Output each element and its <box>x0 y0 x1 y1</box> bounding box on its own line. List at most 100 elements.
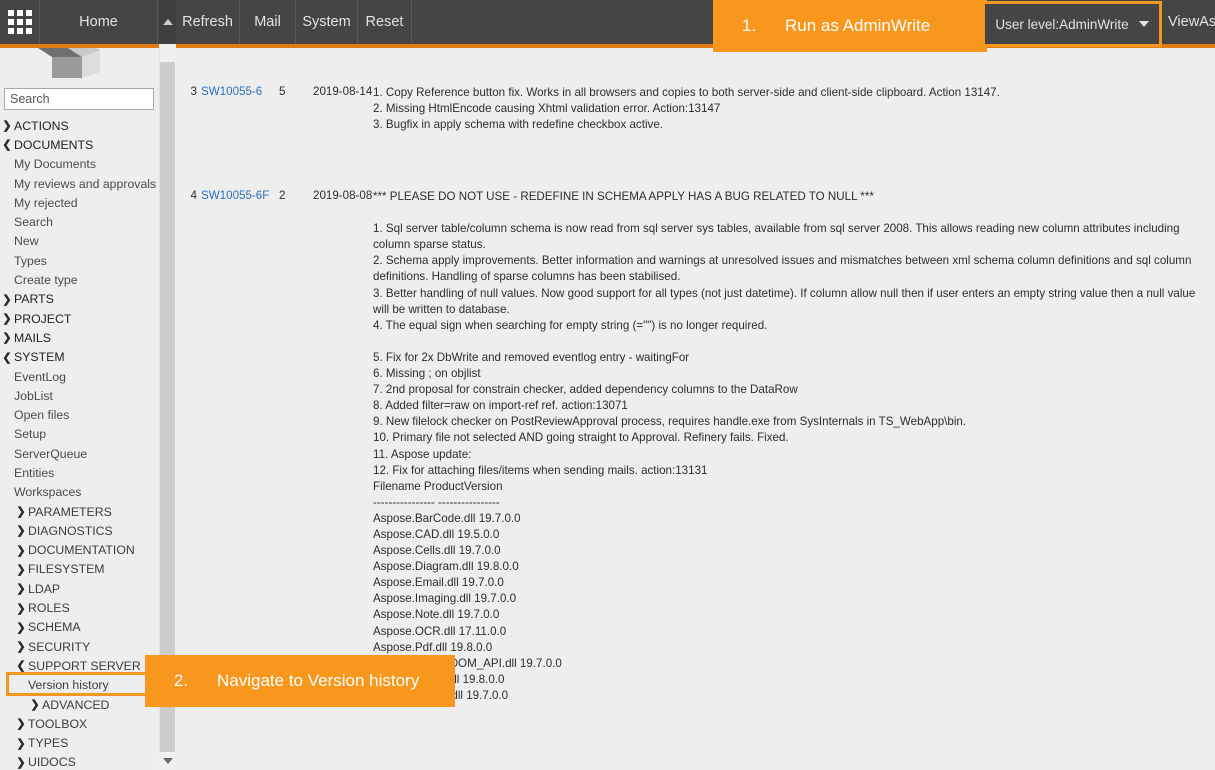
row-index: 3 <box>190 85 197 98</box>
sidebar-scrollbar-thumb[interactable] <box>160 62 175 752</box>
row-version[interactable]: SW10055-6 <box>201 85 262 98</box>
caret-up-icon <box>162 19 173 25</box>
sidebar-item-system[interactable]: ❮ SYSTEM <box>0 348 158 367</box>
toolbar-button-reset[interactable]: Reset <box>358 0 412 44</box>
sidebar-item-label: Entities <box>14 465 55 480</box>
note-line <box>373 205 1213 221</box>
note-line: ---------------- ---------------- <box>373 495 500 509</box>
sidebar-item-entities[interactable]: Entities <box>0 463 158 482</box>
sidebar-item-label: UIDOCS <box>28 755 76 770</box>
sidebar-item-documentation[interactable]: ❯ DOCUMENTATION <box>0 541 158 560</box>
sidebar-item-label: DIAGNOSTICS <box>28 523 113 538</box>
sidebar-item-label: Workspaces <box>14 485 82 500</box>
sidebar-item-label: FILESYSTEM <box>28 562 105 577</box>
sidebar-item-label: Open files <box>14 408 70 423</box>
chevron-right-icon: ❯ <box>16 525 26 538</box>
chevron-right-icon: ❯ <box>16 563 26 576</box>
sidebar-item-workspaces[interactable]: Workspaces <box>0 483 158 502</box>
apps-grid-icon[interactable] <box>0 0 40 44</box>
cube-3d-icon <box>38 48 100 78</box>
sidebar-item-label: SUPPORT SERVER <box>28 658 141 673</box>
note-line: 1. Sql server table/column schema is now… <box>373 222 1183 252</box>
sidebar-item-types-sys[interactable]: ❯ TYPES <box>0 734 158 753</box>
chevron-right-icon: ❯ <box>16 737 26 750</box>
app-root: Home Refresh Mail System Reset ViewAs: U… <box>0 0 1215 770</box>
sidebar-item-my-reviews-and-approvals[interactable]: My reviews and approvals <box>0 174 158 193</box>
toolbar-button-system[interactable]: System <box>296 0 358 44</box>
sidebar-item-actions[interactable]: ❯ ACTIONS <box>0 116 158 135</box>
chevron-right-icon: ❯ <box>16 621 26 634</box>
sidebar-item-mails[interactable]: ❯ MAILS <box>0 328 158 347</box>
chevron-down-icon: ❮ <box>2 351 12 364</box>
row-version[interactable]: SW10055-6F <box>201 189 269 202</box>
sidebar-scroll-down-button[interactable] <box>159 752 176 770</box>
sidebar-item-joblist[interactable]: JobList <box>0 386 158 405</box>
sidebar-item-label: My rejected <box>14 195 78 210</box>
sidebar-item-create-type[interactable]: Create type <box>0 270 158 289</box>
sidebar-item-advanced[interactable]: ❯ ADVANCED <box>0 695 158 714</box>
chevron-right-icon: ❯ <box>16 544 26 557</box>
sidebar-item-project[interactable]: ❯ PROJECT <box>0 309 158 328</box>
nav-home[interactable]: Home <box>40 0 158 44</box>
annotation-number: 2. <box>173 671 189 690</box>
note-line: 1. Copy Reference button fix. Works in a… <box>373 86 1000 99</box>
sidebar-item-schema[interactable]: ❯ SCHEMA <box>0 618 158 637</box>
sidebar-item-label: ADVANCED <box>42 697 110 712</box>
annotation-text: Navigate to Version history <box>217 671 420 690</box>
table-row[interactable]: 6 SW10055-6D 2 2019-07-03 1. Support for… <box>177 746 1215 770</box>
sidebar-item-setup[interactable]: Setup <box>0 425 158 444</box>
note-line: Aspose.BarCode.dll 19.7.0.0 <box>373 511 521 525</box>
user-level-label: User level:AdminWrite <box>995 16 1129 32</box>
chevron-right-icon: ❯ <box>2 313 12 326</box>
toolbar-button-mail[interactable]: Mail <box>240 0 296 44</box>
user-level-dropdown[interactable]: User level:AdminWrite <box>982 1 1162 47</box>
sidebar-item-label: New <box>14 234 39 249</box>
sidebar-item-label: JobList <box>14 388 53 403</box>
note-line: 7. 2nd proposal for constrain checker, a… <box>373 383 798 397</box>
sidebar-item-label: PARAMETERS <box>28 504 112 519</box>
sidebar-item-new[interactable]: New <box>0 232 158 251</box>
view-as-label[interactable]: ViewAs: <box>1162 0 1215 44</box>
sidebar-item-parameters[interactable]: ❯ PARAMETERS <box>0 502 158 521</box>
sidebar-item-serverqueue[interactable]: ServerQueue <box>0 444 158 463</box>
sidebar-item-ldap[interactable]: ❯ LDAP <box>0 579 158 598</box>
table-row[interactable]: 3 SW10055-6 5 2019-08-14 1. Copy Referen… <box>177 52 1215 131</box>
sidebar-item-open-files[interactable]: Open files <box>0 405 158 424</box>
sidebar-item-label: LDAP <box>28 581 61 596</box>
note-line: 4. The equal sign when searching for emp… <box>373 318 768 332</box>
note-line: Aspose.Cells.dll 19.7.0.0 <box>373 544 501 558</box>
chevron-down-icon <box>1138 21 1149 27</box>
sidebar-item-diagnostics[interactable]: ❯ DIAGNOSTICS <box>0 521 158 540</box>
row-date: 2019-08-14 <box>313 85 373 98</box>
sidebar-item-label: MAILS <box>14 330 51 345</box>
row-count: 2 <box>279 189 286 202</box>
sidebar-item-parts[interactable]: ❯ PARTS <box>0 290 158 309</box>
sidebar-item-my-documents[interactable]: My Documents <box>0 155 158 174</box>
toolbar-button-refresh[interactable]: Refresh <box>176 0 240 44</box>
chevron-right-icon: ❯ <box>16 641 26 654</box>
note-line <box>373 334 1213 350</box>
table-row[interactable]: 4 SW10055-6F 2 2019-08-08 *** PLEASE DO … <box>177 104 1215 702</box>
note-line: 12. Fix for attaching files/items when s… <box>373 463 708 477</box>
sidebar-item-label: ACTIONS <box>14 118 69 133</box>
sidebar-scroll-up-button[interactable] <box>159 0 176 44</box>
sidebar-item-types[interactable]: Types <box>0 251 158 270</box>
sidebar-item-search[interactable]: Search <box>0 212 158 231</box>
note-line: Aspose.Diagram.dll 19.8.0.0 <box>373 560 519 574</box>
sidebar-item-eventlog[interactable]: EventLog <box>0 367 158 386</box>
caret-down-icon <box>162 758 173 764</box>
sidebar-item-my-rejected[interactable]: My rejected <box>0 193 158 212</box>
search-input[interactable]: Search <box>4 88 154 110</box>
sidebar-item-label: TOOLBOX <box>28 716 88 731</box>
sidebar-item-security[interactable]: ❯ SECURITY <box>0 637 158 656</box>
sidebar-item-uidocs[interactable]: ❯ UIDOCS <box>0 753 158 770</box>
chevron-right-icon: ❯ <box>16 718 26 731</box>
note-line: 11. Aspose update: <box>373 447 472 461</box>
sidebar-item-roles[interactable]: ❯ ROLES <box>0 598 158 617</box>
sidebar-item-label: Search <box>14 215 53 230</box>
sidebar-item-filesystem[interactable]: ❯ FILESYSTEM <box>0 560 158 579</box>
sidebar-item-label: SECURITY <box>28 639 91 654</box>
sidebar-item-toolbox[interactable]: ❯ TOOLBOX <box>0 714 158 733</box>
note-line: 8. Added filter=raw on import-ref ref. a… <box>373 399 628 413</box>
sidebar-item-documents[interactable]: ❮ DOCUMENTS <box>0 135 158 154</box>
